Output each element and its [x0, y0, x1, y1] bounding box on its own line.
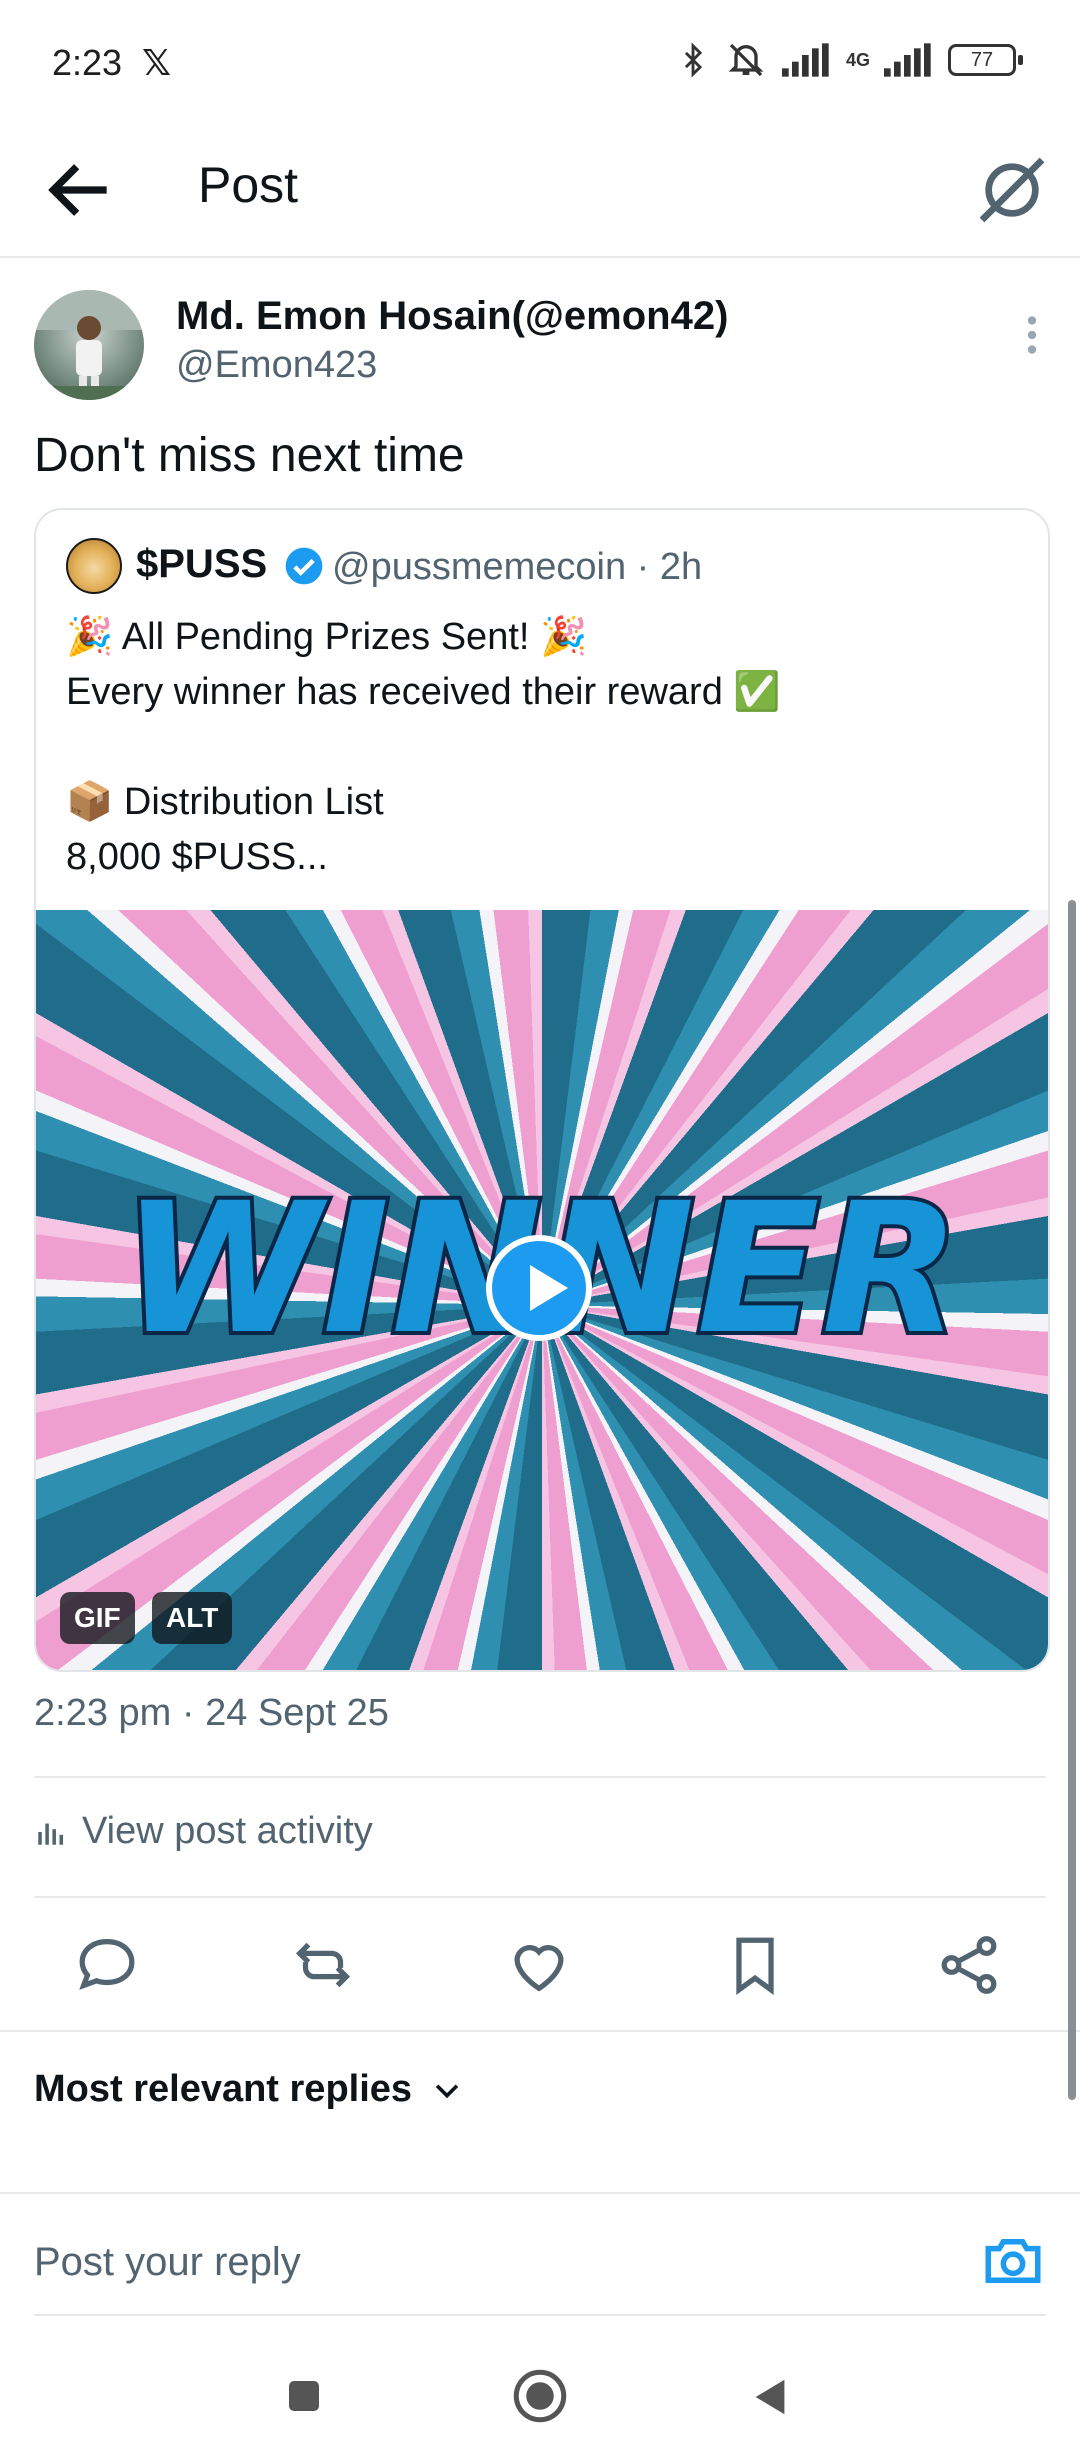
triangle-back-icon — [755, 2379, 785, 2415]
status-bar: 2:23 𝕏 4G 77 — [0, 0, 1080, 130]
share-icon — [941, 1936, 997, 1994]
x-app-icon: 𝕏 — [142, 42, 172, 83]
signal-icon — [781, 43, 829, 77]
arrow-left-icon — [48, 164, 107, 216]
more-vertical-icon — [1027, 316, 1037, 354]
quoted-post-card[interactable]: $PUSS @pussmemecoin · 2h 🎉 All Pending P… — [34, 508, 1050, 1672]
page-title: Post — [198, 157, 299, 213]
back-nav-button[interactable] — [748, 2374, 794, 2420]
more-options-button[interactable] — [1012, 310, 1052, 360]
grok-icon — [979, 157, 1045, 223]
bookmark-button[interactable] — [720, 1930, 790, 2000]
grok-button[interactable] — [972, 150, 1052, 230]
avatar-image — [34, 290, 144, 400]
status-icons: 4G 77 — [676, 40, 1023, 80]
network-type: 4G — [845, 49, 870, 70]
replies-sort-label: Most relevant replies — [34, 2068, 413, 2110]
home-button[interactable] — [510, 2366, 570, 2426]
vibrate-icon — [728, 43, 764, 77]
media-gif[interactable]: WINNER GIF ALT — [36, 910, 1048, 1670]
recents-button[interactable] — [284, 2376, 324, 2416]
home-circle-icon — [513, 2369, 567, 2423]
divider — [34, 1896, 1046, 1898]
battery-icon: 77 — [948, 44, 1023, 76]
back-button[interactable] — [40, 150, 120, 230]
action-bar — [34, 1920, 1046, 2010]
header: Post — [0, 130, 1080, 258]
quoted-author-name: $PUSS — [136, 542, 268, 586]
signal-icon-2 — [884, 43, 931, 77]
reply-input[interactable]: Post your reply — [34, 2240, 301, 2285]
author-handle[interactable]: @Emon423 — [176, 344, 377, 387]
divider — [34, 1776, 1046, 1778]
repost-icon — [295, 1942, 351, 1988]
alt-badge[interactable]: ALT — [152, 1592, 233, 1644]
quoted-avatar — [66, 538, 122, 594]
camera-button[interactable] — [980, 2228, 1046, 2294]
quoted-handle: @pussmemecoin · 2h — [332, 546, 703, 588]
comment-icon — [79, 1939, 135, 1990]
activity-label: View post activity — [82, 1810, 373, 1852]
bluetooth-icon — [684, 42, 703, 78]
bookmark-icon — [736, 1937, 774, 1995]
reply-button[interactable] — [72, 1930, 142, 2000]
square-icon — [289, 2381, 319, 2411]
system-nav-bar — [0, 2350, 1080, 2460]
camera-icon — [985, 2239, 1041, 2283]
quoted-text: 🎉 All Pending Prizes Sent! 🎉 Every winne… — [66, 616, 781, 878]
divider — [0, 2192, 1080, 2194]
heart-icon — [514, 1945, 564, 1992]
share-button[interactable] — [934, 1930, 1004, 2000]
view-post-activity[interactable]: View post activity — [34, 1810, 373, 1853]
gif-badge: GIF — [60, 1592, 135, 1644]
post-text: Don't miss next time — [34, 429, 465, 482]
play-button[interactable] — [486, 1235, 592, 1341]
analytics-icon — [38, 1823, 64, 1845]
replies-sort-dropdown[interactable]: Most relevant replies — [34, 2068, 464, 2111]
verified-badge-icon — [285, 547, 323, 585]
like-button[interactable] — [504, 1930, 574, 2000]
author-name[interactable]: Md. Emon Hosain(@emon42) — [176, 294, 728, 339]
repost-button[interactable] — [288, 1930, 358, 2000]
chevron-down-icon — [435, 2083, 459, 2098]
scrollbar[interactable] — [1068, 900, 1076, 2100]
author-avatar[interactable] — [34, 290, 144, 400]
status-time: 2:23 — [52, 42, 123, 83]
reply-input-underline — [34, 2314, 1046, 2316]
divider — [0, 2030, 1080, 2032]
post-timestamp: 2:23 pm · 24 Sept 25 — [34, 1692, 389, 1734]
